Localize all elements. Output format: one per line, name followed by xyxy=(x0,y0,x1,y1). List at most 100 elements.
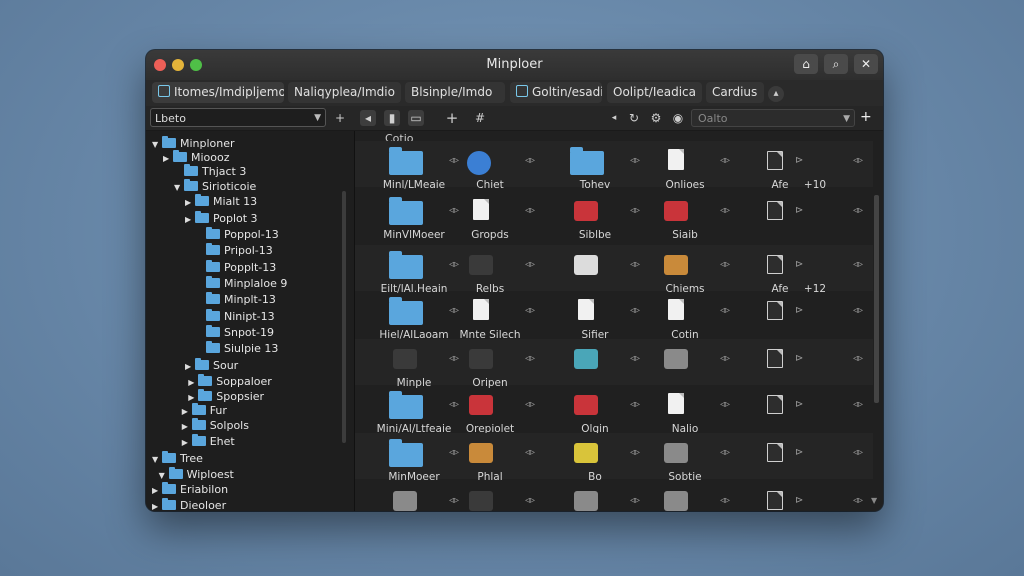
document-icon[interactable] xyxy=(668,393,684,414)
expand-icon[interactable]: ◃▹ xyxy=(720,495,730,506)
chevron-down-icon[interactable]: ▼ xyxy=(174,180,184,195)
expand-icon[interactable]: ◃▹ xyxy=(525,305,535,316)
sidebar-item[interactable]: Poppol-13 xyxy=(196,227,279,242)
row-action-icon[interactable]: ◃▹ xyxy=(853,155,863,166)
thumbnail-icon[interactable] xyxy=(469,443,493,463)
grid-icon[interactable]: # xyxy=(472,110,488,126)
tab-1[interactable]: Itomes/Imdipljemo xyxy=(152,82,284,103)
expand-icon[interactable]: ◃▹ xyxy=(630,205,640,216)
scroll-down-icon[interactable]: ▼ xyxy=(871,496,877,505)
tab-4[interactable]: Goltin/esadidn xyxy=(510,82,602,103)
new-tab-button[interactable]: ▴ xyxy=(768,86,784,102)
share-icon[interactable]: ◉ xyxy=(670,110,686,126)
expand-icon[interactable]: ⊳ xyxy=(795,155,803,166)
expand-icon[interactable]: ◃▹ xyxy=(449,205,459,216)
file-icon[interactable] xyxy=(767,395,783,414)
thumbnail-icon[interactable] xyxy=(664,491,688,511)
row-action-icon[interactable]: ◃▹ xyxy=(853,205,863,216)
document-icon[interactable] xyxy=(578,299,594,320)
expand-icon[interactable]: ◃▹ xyxy=(630,399,640,410)
close-button[interactable]: ✕ xyxy=(854,54,878,74)
file-icon[interactable] xyxy=(767,201,783,220)
chevron-right-icon[interactable]: ▶ xyxy=(152,483,162,498)
expand-icon[interactable]: ◃▹ xyxy=(630,305,640,316)
sidebar-item[interactable]: Siulpie 13 xyxy=(196,341,278,356)
expand-icon[interactable]: ◃▹ xyxy=(720,305,730,316)
drive-icon[interactable]: ▭ xyxy=(408,110,424,126)
sidebar-item[interactable]: ▶ Mioooz xyxy=(163,150,230,165)
home-button[interactable]: ⌂ xyxy=(794,54,818,74)
expand-icon[interactable]: ⊳ xyxy=(795,353,803,364)
thumbnail-icon[interactable] xyxy=(574,349,598,369)
folder-icon[interactable] xyxy=(389,147,423,175)
file-icon[interactable] xyxy=(767,255,783,274)
sidebar-item[interactable]: Minplaloe 9 xyxy=(196,276,287,291)
search-input[interactable]: Oalto ▼ xyxy=(691,109,855,127)
expand-icon[interactable]: ◃▹ xyxy=(525,205,535,216)
sidebar-item[interactable]: Popplt-13 xyxy=(196,260,276,275)
expand-icon[interactable]: ◃▹ xyxy=(720,205,730,216)
sidebar-item[interactable]: Pripol-13 xyxy=(196,243,273,258)
thumbnail-icon[interactable] xyxy=(574,255,598,275)
sidebar-item[interactable]: ▶ Mialt 13 xyxy=(185,194,257,209)
expand-icon[interactable]: ◃▹ xyxy=(525,447,535,458)
thumbnail-icon[interactable] xyxy=(393,491,417,511)
thumbnail-icon[interactable] xyxy=(574,201,598,221)
thumbnail-icon[interactable] xyxy=(469,395,493,415)
expand-icon[interactable]: ◃▹ xyxy=(525,399,535,410)
folder-icon[interactable] xyxy=(389,251,423,279)
folder-icon[interactable] xyxy=(389,439,423,467)
chevron-right-icon[interactable]: ▶ xyxy=(152,499,162,511)
expand-icon[interactable]: ⊳ xyxy=(795,259,803,270)
sidebar-item[interactable]: Minplt-13 xyxy=(196,292,276,307)
document-icon[interactable] xyxy=(473,299,489,320)
add-icon[interactable]: + xyxy=(332,110,348,126)
thumbnail-icon[interactable] xyxy=(574,443,598,463)
chevron-right-icon[interactable]: ▶ xyxy=(182,419,192,434)
document-icon[interactable] xyxy=(668,299,684,320)
sidebar-item[interactable]: ▼ Minploner xyxy=(152,136,235,151)
chevron-right-icon[interactable]: ▶ xyxy=(188,375,198,390)
thumbnail-icon[interactable] xyxy=(664,255,688,275)
sidebar-item[interactable]: ▶ Ehet xyxy=(182,434,235,449)
sidebar-item[interactable]: Thjact 3 xyxy=(174,164,246,179)
chevron-down-icon[interactable]: ▼ xyxy=(159,468,169,483)
expand-icon[interactable]: ◃▹ xyxy=(720,399,730,410)
chevron-right-icon[interactable]: ▶ xyxy=(185,359,195,374)
expand-icon[interactable]: ◃▹ xyxy=(630,259,640,270)
expand-icon[interactable]: ⊳ xyxy=(795,205,803,216)
sidebar-item[interactable]: ▶ Fur xyxy=(182,403,227,418)
thumbnail-icon[interactable] xyxy=(664,349,688,369)
thumbnail-icon[interactable] xyxy=(393,349,417,369)
row-action-icon[interactable]: ◃▹ xyxy=(853,399,863,410)
expand-icon[interactable]: ◃▹ xyxy=(630,495,640,506)
content-scrollbar[interactable] xyxy=(874,195,879,403)
folder-icon[interactable] xyxy=(389,197,423,225)
file-icon[interactable] xyxy=(767,301,783,320)
document-icon[interactable] xyxy=(668,149,684,170)
sidebar-item[interactable]: ▼ Tree xyxy=(152,451,203,466)
app-icon[interactable] xyxy=(467,151,491,175)
expand-icon[interactable]: ◃▹ xyxy=(449,259,459,270)
file-icon[interactable] xyxy=(767,443,783,462)
thumbnail-icon[interactable] xyxy=(469,491,493,511)
expand-icon[interactable]: ◃▹ xyxy=(449,399,459,410)
sidebar-item[interactable]: Ninipt-13 xyxy=(196,309,275,324)
expand-icon[interactable]: ⊳ xyxy=(795,399,803,410)
chevron-right-icon[interactable]: ▶ xyxy=(163,151,173,166)
sidebar-item[interactable]: ▶ Sour xyxy=(185,358,238,373)
tab-6[interactable]: Cardius xyxy=(706,82,764,103)
thumbnail-icon[interactable] xyxy=(664,201,688,221)
sidebar-item[interactable]: ▶ Dieoloer xyxy=(152,498,226,511)
thumbnail-icon[interactable] xyxy=(574,395,598,415)
expand-icon[interactable]: ◃▹ xyxy=(525,259,535,270)
sidebar-item[interactable]: ▶ Solpols xyxy=(182,418,249,433)
sidebar-item[interactable]: ▶ Poplot 3 xyxy=(185,211,258,226)
expand-icon[interactable]: ◃▹ xyxy=(720,353,730,364)
thumbnail-icon[interactable] xyxy=(469,349,493,369)
expand-icon[interactable]: ◃▹ xyxy=(449,447,459,458)
sidebar-item[interactable]: Snpot-19 xyxy=(196,325,274,340)
sidebar-scrollbar[interactable] xyxy=(342,191,346,443)
expand-icon[interactable]: ⊳ xyxy=(795,305,803,316)
expand-icon[interactable]: ◃▹ xyxy=(449,305,459,316)
